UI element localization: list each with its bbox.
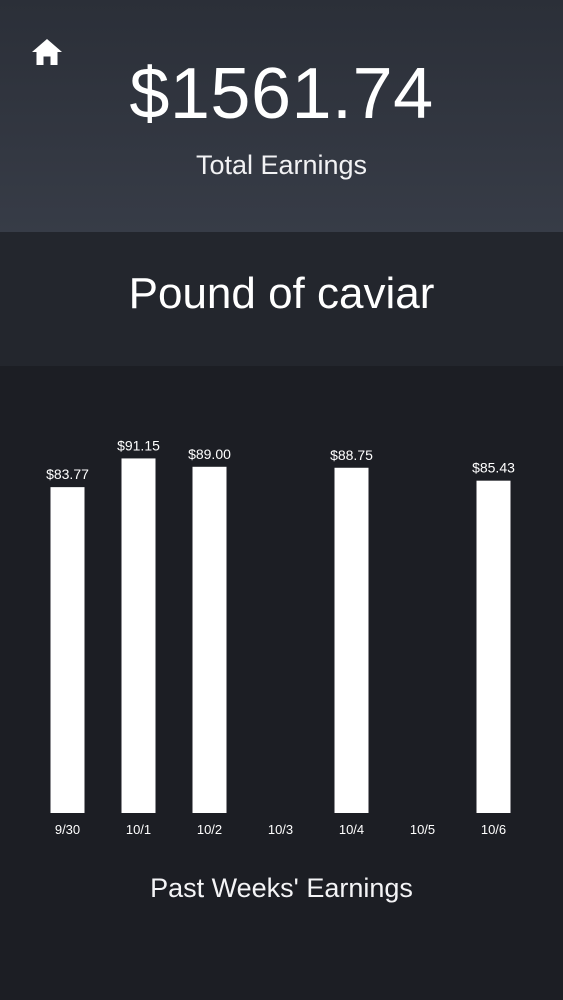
bar-10-2 [192,466,227,813]
bar-10-6 [476,480,511,813]
bar-10-1 [121,458,156,813]
bar-value-label: $88.75 [330,447,373,463]
x-tick-label: 10/6 [481,822,506,837]
bar-value-label: $83.77 [46,466,89,482]
total-earnings-amount: $1561.74 [129,54,434,134]
bar-value-label: $91.15 [117,437,160,453]
header: $1561.74 Total Earnings [0,0,563,232]
item-title: Pound of caviar [128,269,435,318]
earnings-bar-chart: $83.77 9/30 $91.15 10/1 $89.00 10/2 10/3 $88.75… [46,437,515,837]
x-tick-label: 10/5 [410,822,435,837]
x-tick-label: 10/3 [268,822,293,837]
bar-10-4 [334,467,369,813]
x-tick-label: 9/30 [55,822,80,837]
bar-9-30 [50,487,85,813]
bar-value-label: $89.00 [188,446,231,462]
total-earnings-label: Total Earnings [195,150,368,180]
x-tick-label: 10/2 [197,822,222,837]
bar-value-label: $85.43 [472,460,515,476]
chart-caption: Past Weeks' Earnings [150,873,413,903]
x-tick-label: 10/4 [339,822,364,837]
x-tick-label: 10/1 [126,822,151,837]
